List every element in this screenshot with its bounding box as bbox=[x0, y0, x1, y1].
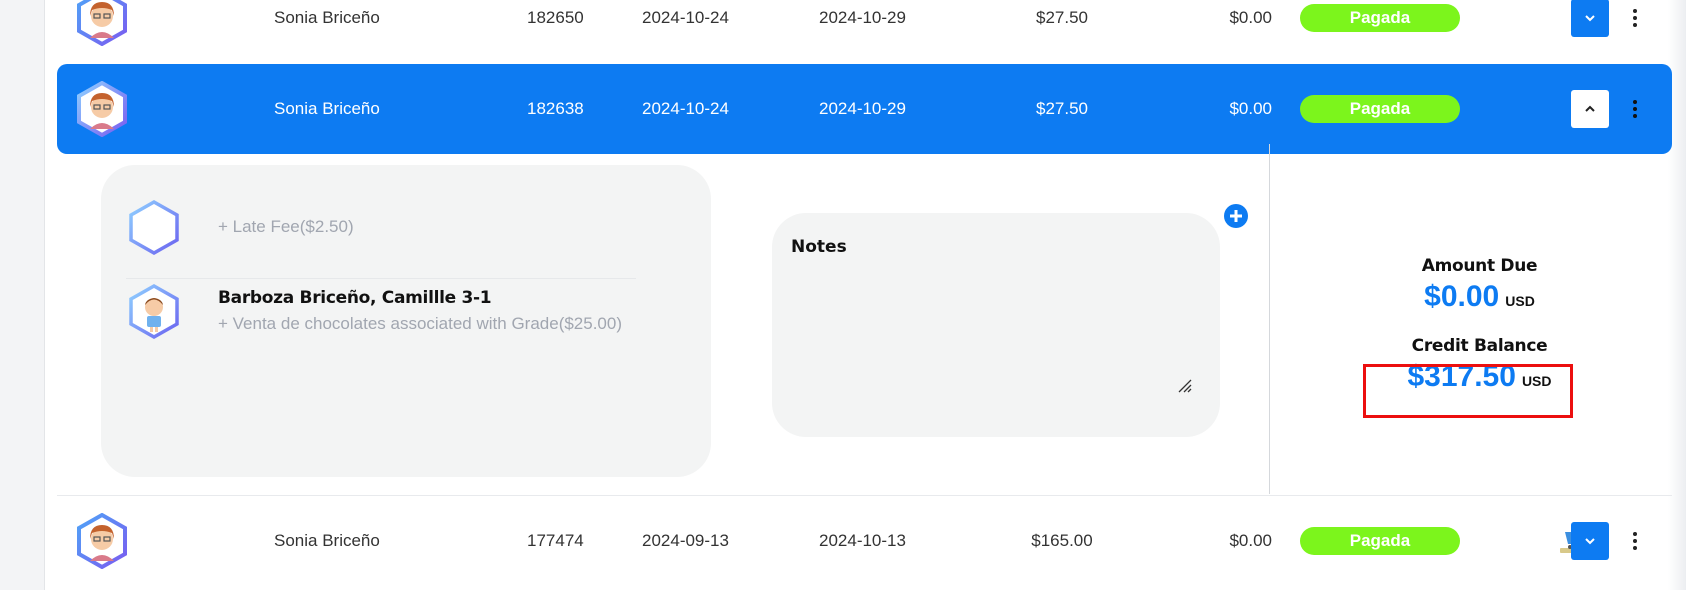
customer-name: Sonia Briceño bbox=[274, 8, 380, 27]
line-item: Barboza Briceño, Camillle 3-1 + Venta de… bbox=[126, 283, 666, 340]
resize-handle-icon[interactable] bbox=[1176, 377, 1192, 393]
invoice-number: 177474 bbox=[527, 531, 584, 550]
issue-date: 2024-09-13 bbox=[642, 531, 729, 550]
line-items-panel: + Late Fee($2.50) Barboza Briceño, Camil… bbox=[101, 165, 711, 477]
issue-date: 2024-10-24 bbox=[642, 99, 729, 118]
invoice-number: 182650 bbox=[527, 8, 584, 27]
customer-name: Sonia Briceño bbox=[274, 531, 380, 550]
amount-due-label: Amount Due bbox=[1421, 256, 1538, 276]
student-avatar-icon bbox=[126, 283, 182, 340]
line-item-title: Barboza Briceño, Camillle 3-1 bbox=[218, 288, 492, 308]
kebab-menu-icon[interactable] bbox=[1625, 521, 1645, 561]
invoice-number: 182638 bbox=[527, 99, 584, 118]
add-note-button[interactable] bbox=[1223, 203, 1249, 229]
highlight-box bbox=[1363, 364, 1573, 418]
divider bbox=[1269, 144, 1270, 494]
collapse-button[interactable] bbox=[1571, 90, 1609, 128]
amount-due: Amount Due $0.00 USD bbox=[1317, 256, 1642, 314]
invoice-balance: $0.00 bbox=[1229, 531, 1272, 550]
plus-circle-icon bbox=[1224, 204, 1248, 228]
line-item-description: + Late Fee($2.50) bbox=[218, 217, 354, 236]
status-badge: Pagada bbox=[1300, 95, 1460, 123]
expand-button[interactable] bbox=[1571, 0, 1609, 37]
credit-balance-label: Credit Balance bbox=[1411, 336, 1548, 356]
customer-name: Sonia Briceño bbox=[274, 99, 380, 118]
notes-textarea[interactable]: Notes bbox=[772, 213, 1220, 437]
invoice-balance: $0.00 bbox=[1229, 8, 1272, 27]
issue-date: 2024-10-24 bbox=[642, 8, 729, 27]
teacher-avatar-icon bbox=[74, 512, 130, 570]
left-gutter bbox=[0, 0, 45, 590]
invoice-row[interactable]: Sonia Briceño 182650 2024-10-24 2024-10-… bbox=[57, 0, 1672, 63]
invoice-amount: $27.50 bbox=[1036, 99, 1088, 118]
invoice-amount: $27.50 bbox=[1036, 8, 1088, 27]
due-date: 2024-10-13 bbox=[819, 531, 906, 550]
status-badge: Pagada bbox=[1300, 4, 1460, 32]
status-badge: Pagada bbox=[1300, 527, 1460, 555]
due-date: 2024-10-29 bbox=[819, 99, 906, 118]
currency-code: USD bbox=[1505, 293, 1535, 309]
due-date: 2024-10-29 bbox=[819, 8, 906, 27]
invoice-amount: $165.00 bbox=[1031, 531, 1093, 550]
invoice-details: + Late Fee($2.50) Barboza Briceño, Camil… bbox=[57, 144, 1672, 494]
expand-button[interactable] bbox=[1571, 522, 1609, 560]
notes-label: Notes bbox=[791, 237, 847, 257]
invoice-balance: $0.00 bbox=[1229, 99, 1272, 118]
hexagon-icon bbox=[126, 199, 182, 256]
kebab-menu-icon[interactable] bbox=[1625, 89, 1645, 129]
divider bbox=[126, 278, 636, 279]
teacher-avatar-icon bbox=[74, 0, 130, 47]
invoice-row-selected[interactable]: Sonia Briceño 182638 2024-10-24 2024-10-… bbox=[57, 64, 1672, 154]
invoice-row[interactable]: Sonia Briceño 177474 2024-09-13 2024-10-… bbox=[57, 495, 1672, 585]
chevron-down-icon bbox=[1585, 15, 1595, 22]
chevron-up-icon bbox=[1585, 105, 1595, 112]
amount-due-value: $0.00 bbox=[1424, 280, 1500, 313]
line-item-description: + Venta de chocolates associated with Gr… bbox=[218, 314, 623, 333]
line-item: + Late Fee($2.50) bbox=[126, 199, 666, 256]
kebab-menu-icon[interactable] bbox=[1625, 0, 1645, 38]
teacher-avatar-icon bbox=[74, 80, 130, 138]
chevron-down-icon bbox=[1585, 538, 1595, 545]
